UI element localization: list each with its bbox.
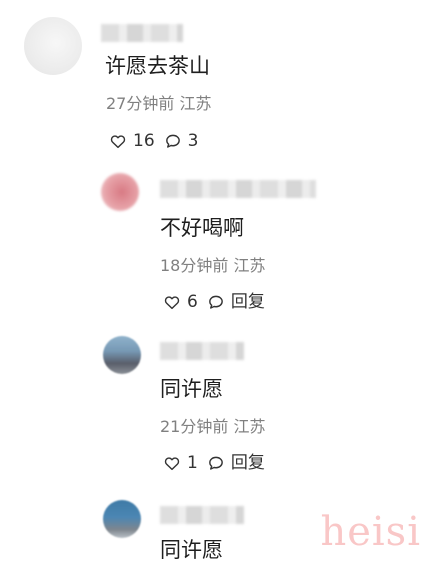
reply-actions: 1 回复 [163,453,265,473]
reply-button[interactable]: 回复 [207,292,265,312]
comment-actions: 16 3 [109,131,198,151]
heart-outline-icon [109,132,127,150]
reply-text: 同许愿 [160,377,223,401]
speech-bubble-icon [164,132,182,150]
like-count: 6 [187,292,198,312]
like-button[interactable]: 6 [163,292,198,312]
reply-bubble-icon [207,293,225,311]
reply-bubble-icon [207,454,225,472]
like-count: 16 [133,131,155,151]
like-button[interactable]: 1 [163,453,198,473]
comment-count: 3 [187,131,199,151]
watermark-text: heisi [320,509,421,555]
avatar[interactable] [103,336,141,374]
avatar[interactable] [103,500,141,538]
blurred-username[interactable] [160,506,244,524]
reply-actions: 6 回复 [163,292,265,312]
blurred-username[interactable] [101,24,183,42]
reply-meta: 18分钟前 江苏 [160,256,266,275]
like-button[interactable]: 16 [109,131,155,151]
reply-label: 回复 [230,453,265,473]
comment-text: 许愿去茶山 [105,54,210,78]
reply-text: 不好喝啊 [160,216,244,240]
heart-outline-icon [163,293,181,311]
reply-text: 同许愿 [160,538,223,562]
avatar[interactable] [24,17,82,75]
heart-outline-icon [163,454,181,472]
blurred-username[interactable] [160,180,316,198]
reply-button[interactable]: 回复 [207,453,265,473]
like-count: 1 [187,453,198,473]
reply-label: 回复 [230,292,265,312]
comment-button[interactable]: 3 [164,131,199,151]
blurred-username[interactable] [160,342,244,360]
comment-meta: 27分钟前 江苏 [106,94,212,113]
avatar[interactable] [101,173,139,211]
reply-meta: 21分钟前 江苏 [160,417,266,436]
